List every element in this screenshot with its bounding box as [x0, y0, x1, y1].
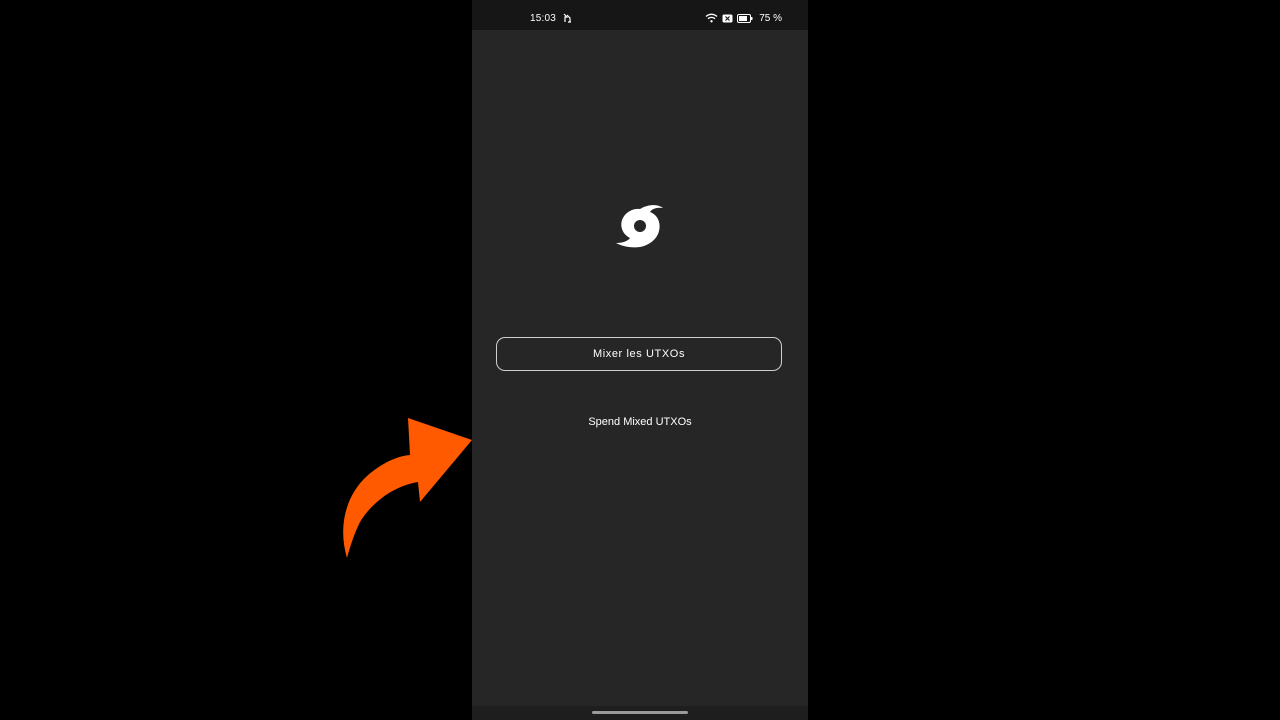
phone-screen: 15:03 75 % Mixer les UTXOs Spend Mixed U… — [472, 0, 808, 720]
gesture-handle[interactable] — [592, 711, 688, 714]
status-time: 15:03 — [530, 13, 557, 24]
status-icons: 75 % — [705, 12, 782, 24]
navigation-bar — [472, 706, 808, 720]
wifi-icon — [705, 13, 718, 23]
screenshot-stage: 15:03 75 % Mixer les UTXOs Spend Mixed U… — [0, 0, 1280, 720]
notification-icon — [562, 13, 572, 23]
mix-utxos-button[interactable]: Mixer les UTXOs — [496, 337, 782, 371]
sim-icon — [722, 14, 733, 23]
status-bar: 15:03 75 % — [472, 0, 808, 30]
curved-arrow-icon — [330, 410, 480, 570]
spend-mixed-utxos-link[interactable]: Spend Mixed UTXOs — [472, 416, 808, 428]
battery-icon — [737, 13, 753, 23]
battery-percentage: 75 % — [759, 12, 782, 24]
whirlpool-logo-icon — [615, 203, 665, 249]
